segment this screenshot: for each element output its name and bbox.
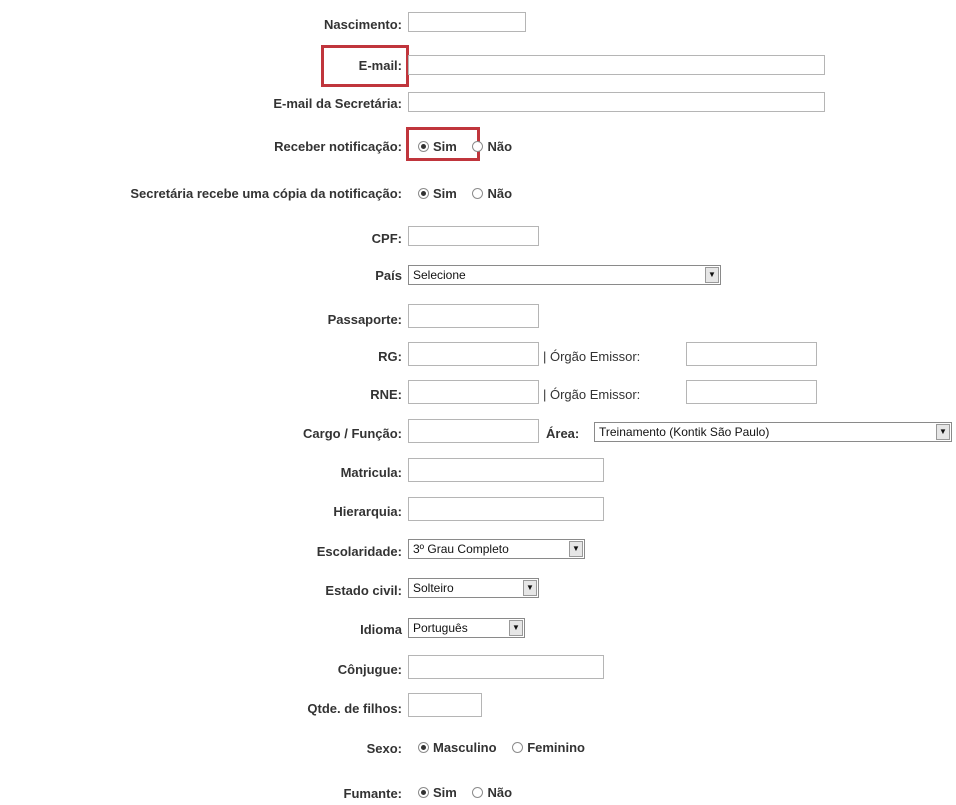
idioma-selected-value: Português	[413, 621, 468, 635]
sexo-radio-group: Masculino Feminino	[418, 740, 593, 756]
rg-orgao-emissor-input[interactable]	[686, 342, 817, 366]
receber-notificacao-radio-group: Sim Não	[418, 139, 520, 155]
sim-label: Sim	[433, 186, 457, 201]
radio-button-icon	[418, 141, 429, 152]
estado-civil-selected-value: Solteiro	[413, 581, 454, 595]
filhos-input[interactable]	[408, 693, 482, 717]
radio-button-icon	[512, 742, 524, 753]
secretaria-copia-radio-group: Sim Não	[418, 186, 520, 202]
rg-input[interactable]	[408, 342, 539, 366]
idioma-label: Idioma	[360, 622, 402, 637]
conjugue-input[interactable]	[408, 655, 604, 679]
fumante-radio-group: Sim Não	[418, 785, 520, 801]
pais-selected-value: Selecione	[413, 268, 466, 282]
passaporte-input[interactable]	[408, 304, 539, 328]
sim-label: Sim	[433, 139, 457, 154]
sim-label: Sim	[433, 785, 457, 800]
estado-civil-select[interactable]: Solteiro ▼	[408, 578, 539, 598]
nao-label: Não	[487, 186, 513, 201]
email-secretaria-label: E-mail da Secretária:	[273, 96, 402, 111]
pais-select[interactable]: Selecione ▼	[408, 265, 721, 285]
radio-button-icon	[472, 787, 484, 798]
area-select[interactable]: Treinamento (Kontik São Paulo) ▼	[594, 422, 952, 442]
nascimento-input[interactable]	[408, 12, 526, 32]
filhos-label: Qtde. de filhos:	[307, 701, 402, 716]
masculino-label: Masculino	[433, 740, 497, 755]
conjugue-label: Cônjugue:	[337, 662, 402, 677]
email-label: E-mail:	[358, 58, 402, 73]
cpf-input[interactable]	[408, 226, 539, 246]
radio-button-icon	[418, 787, 429, 798]
radio-button-icon	[472, 141, 484, 152]
pais-label: País	[375, 268, 402, 283]
rne-orgao-emissor-input[interactable]	[686, 380, 817, 404]
sexo-masculino-option[interactable]: Masculino	[418, 740, 497, 755]
feminino-label: Feminino	[527, 740, 585, 755]
escolaridade-label: Escolaridade:	[316, 544, 402, 559]
secretaria-copia-sim-option[interactable]: Sim	[418, 186, 457, 201]
fumante-nao-option[interactable]: Não	[472, 785, 512, 800]
secretaria-copia-label: Secretária recebe uma cópia da notificaç…	[130, 186, 402, 201]
cpf-label: CPF:	[371, 231, 402, 246]
chevron-down-icon[interactable]: ▼	[705, 267, 719, 283]
idioma-select[interactable]: Português ▼	[408, 618, 525, 638]
sexo-label: Sexo:	[366, 741, 402, 756]
rg-label: RG:	[378, 349, 402, 364]
radio-button-icon	[418, 188, 429, 199]
fumante-label: Fumante:	[343, 786, 403, 801]
matricula-label: Matricula:	[340, 465, 402, 480]
nao-label: Não	[487, 139, 513, 154]
hierarquia-label: Hierarquia:	[333, 504, 402, 519]
radio-button-icon	[418, 742, 429, 753]
radio-button-icon	[472, 188, 484, 199]
secretaria-copia-nao-option[interactable]: Não	[472, 186, 512, 201]
rne-input[interactable]	[408, 380, 539, 404]
matricula-input[interactable]	[408, 458, 604, 482]
rne-label: RNE:	[370, 387, 402, 402]
escolaridade-selected-value: 3º Grau Completo	[413, 542, 509, 556]
area-selected-value: Treinamento (Kontik São Paulo)	[599, 425, 770, 439]
chevron-down-icon[interactable]: ▼	[936, 424, 950, 440]
cargo-label: Cargo / Função:	[303, 426, 402, 441]
receber-notificacao-label: Receber notificação:	[274, 139, 402, 154]
chevron-down-icon[interactable]: ▼	[509, 620, 523, 636]
fumante-sim-option[interactable]: Sim	[418, 785, 457, 800]
rne-orgao-emissor-label: | Órgão Emissor:	[543, 387, 641, 402]
receber-notificacao-sim-option[interactable]: Sim	[418, 139, 457, 154]
email-input[interactable]	[408, 55, 825, 75]
estado-civil-label: Estado civil:	[325, 583, 402, 598]
email-secretaria-input[interactable]	[408, 92, 825, 112]
chevron-down-icon[interactable]: ▼	[523, 580, 537, 596]
chevron-down-icon[interactable]: ▼	[569, 541, 583, 557]
sexo-feminino-option[interactable]: Feminino	[512, 740, 585, 755]
hierarquia-input[interactable]	[408, 497, 604, 521]
nascimento-label: Nascimento:	[323, 17, 402, 32]
nao-label: Não	[487, 785, 513, 800]
area-label: Área:	[546, 426, 580, 441]
rg-orgao-emissor-label: | Órgão Emissor:	[543, 349, 641, 364]
cargo-input[interactable]	[408, 419, 539, 443]
escolaridade-select[interactable]: 3º Grau Completo ▼	[408, 539, 585, 559]
receber-notificacao-nao-option[interactable]: Não	[472, 139, 512, 154]
passaporte-label: Passaporte:	[327, 312, 402, 327]
